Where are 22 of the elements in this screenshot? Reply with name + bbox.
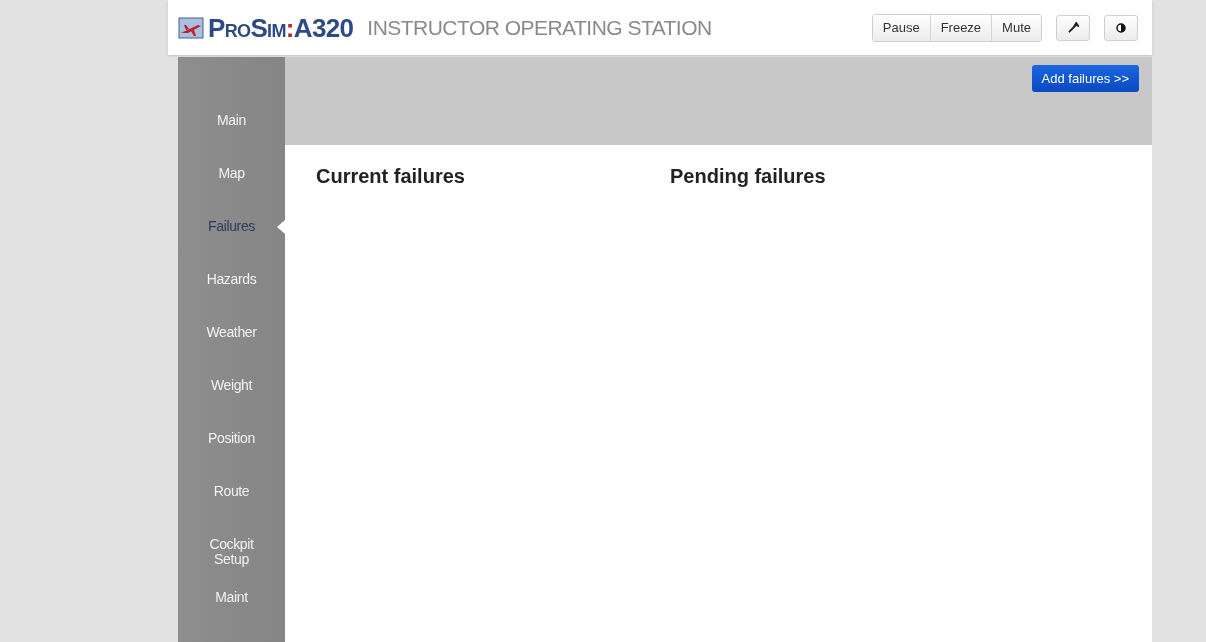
section-heading: Pending failures [670, 165, 826, 187]
logo-text: ProSim:A320 [208, 14, 354, 41]
sidebar-item[interactable]: Cockpit Setup [178, 537, 285, 590]
sidebar-item[interactable]: Map [178, 166, 285, 219]
section-heading: Current failures [316, 165, 465, 187]
contrast-button[interactable] [1104, 14, 1138, 41]
contrast-icon [1116, 22, 1126, 33]
add-failures-button[interactable]: Add failures >> [1031, 65, 1139, 92]
settings-button[interactable] [1056, 14, 1090, 41]
sidebar-item[interactable]: Main [178, 113, 285, 166]
sidebar-item[interactable]: Maint [178, 590, 285, 642]
page-title: INSTRUCTOR OPERATING STATION [367, 17, 712, 38]
sidebar-item[interactable]: Hazards [178, 272, 285, 325]
toolbar-button[interactable]: Pause [872, 14, 930, 41]
wrench-icon [1067, 22, 1079, 33]
sidebar-item[interactable]: Position [178, 431, 285, 484]
toolbar-button[interactable]: Mute [991, 14, 1041, 41]
sidebar-item[interactable]: Weather [178, 325, 285, 378]
airplane-icon [178, 16, 204, 39]
toolbar-button[interactable]: Freeze [929, 14, 992, 41]
sidebar-item[interactable]: Route [178, 484, 285, 537]
sidebar-item[interactable]: Weight [178, 378, 285, 431]
